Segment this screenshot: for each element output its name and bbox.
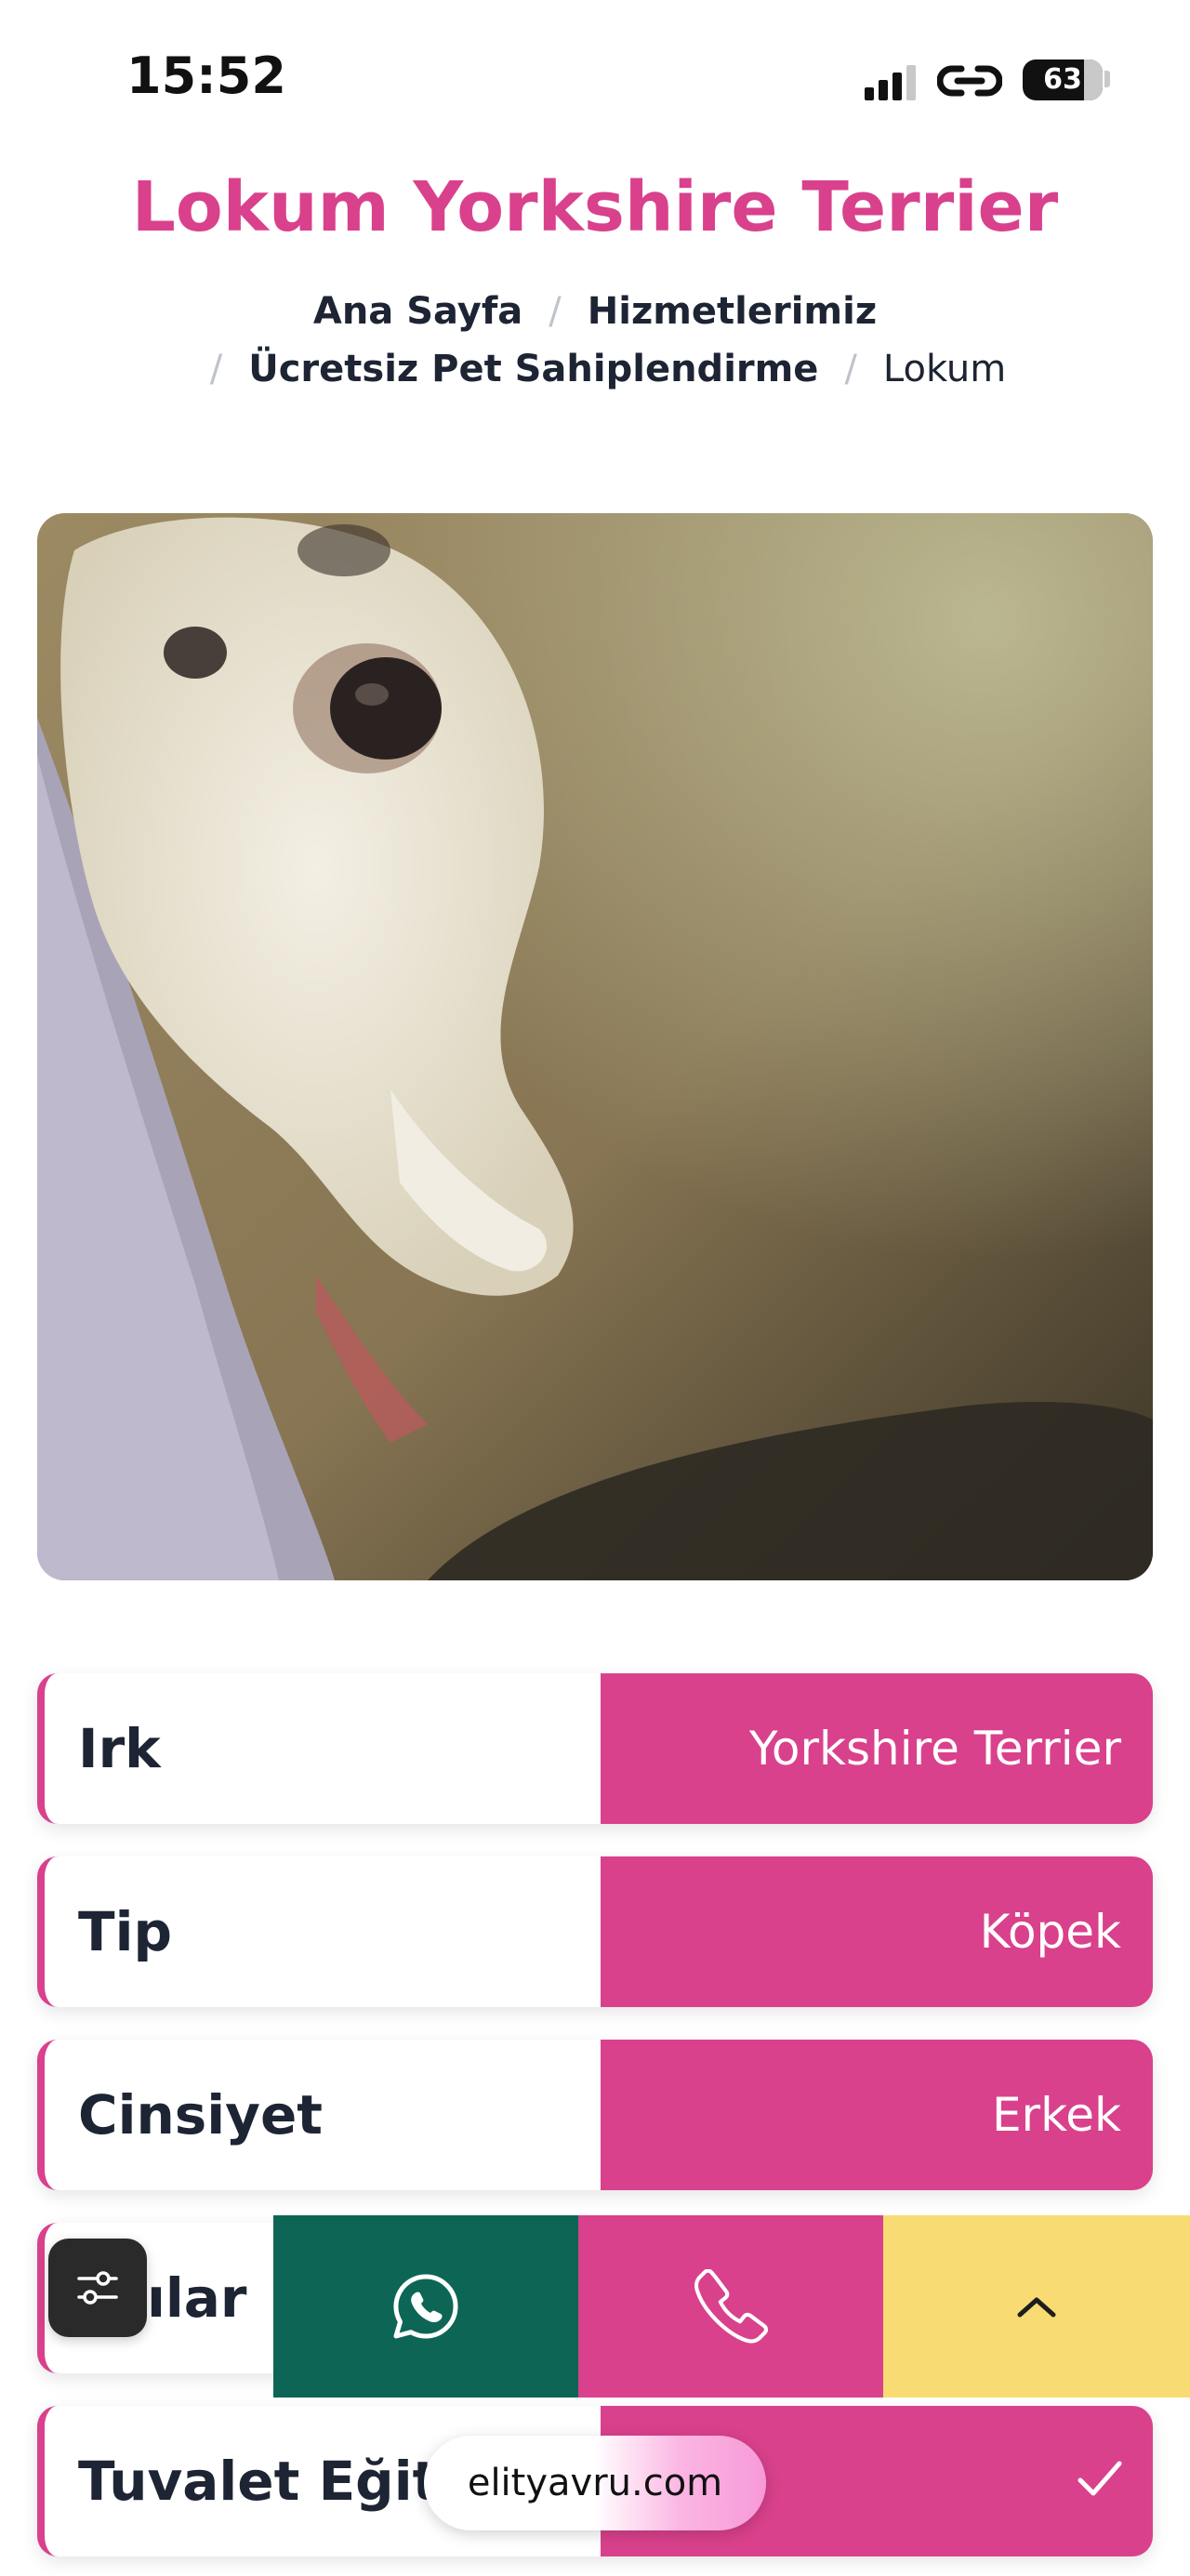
- floating-action-bar: [273, 2215, 1190, 2398]
- phone-icon: [694, 2269, 768, 2344]
- info-row-type: Tip Köpek: [37, 1856, 1153, 2007]
- info-label: Irk: [78, 1717, 161, 1780]
- info-value: Yorkshire Terrier: [601, 1673, 1153, 1824]
- breadcrumb-home[interactable]: Ana Sayfa: [313, 290, 522, 333]
- settings-button[interactable]: [48, 2239, 147, 2337]
- whatsapp-icon: [393, 2274, 458, 2339]
- status-icons: 63: [865, 54, 1116, 106]
- breadcrumb-separator: /: [844, 348, 857, 390]
- info-value: Köpek: [601, 1856, 1153, 2007]
- status-time: 15:52: [126, 46, 286, 105]
- info-row-gender: Cinsiyet Erkek: [37, 2040, 1153, 2190]
- breadcrumb-current: Lokum: [882, 348, 1007, 390]
- info-label: Tip: [78, 1900, 172, 1963]
- info-row-breed: Irk Yorkshire Terrier: [37, 1673, 1153, 1824]
- battery-icon: 63: [1023, 59, 1103, 100]
- info-value: Erkek: [601, 2040, 1153, 2190]
- breadcrumb-separator: /: [549, 290, 562, 333]
- battery-level: 63: [1043, 63, 1082, 96]
- check-icon: [1078, 2461, 1122, 2496]
- chevron-up-icon: [1017, 2297, 1056, 2318]
- sliders-icon: [77, 2271, 118, 2305]
- link-icon: [937, 65, 1002, 97]
- phone-button[interactable]: [578, 2215, 883, 2398]
- info-label: Cinsiyet: [78, 2083, 324, 2147]
- pet-photo[interactable]: [37, 513, 1153, 1580]
- browser-url-bar[interactable]: elityavru.com: [424, 2436, 766, 2530]
- info-label: ılar: [147, 2266, 247, 2330]
- info-label: Tuvalet Eğiti: [78, 2450, 457, 2513]
- breadcrumb-separator: /: [209, 348, 223, 390]
- breadcrumb-free-adoption[interactable]: Ücretsiz Pet Sahiplendirme: [248, 348, 818, 390]
- whatsapp-button[interactable]: [273, 2215, 578, 2398]
- breadcrumb-services[interactable]: Hizmetlerimiz: [588, 290, 877, 333]
- signal-icon: [865, 54, 920, 106]
- page-title: Lokum Yorkshire Terrier: [131, 167, 1059, 247]
- scroll-top-button[interactable]: [883, 2215, 1190, 2398]
